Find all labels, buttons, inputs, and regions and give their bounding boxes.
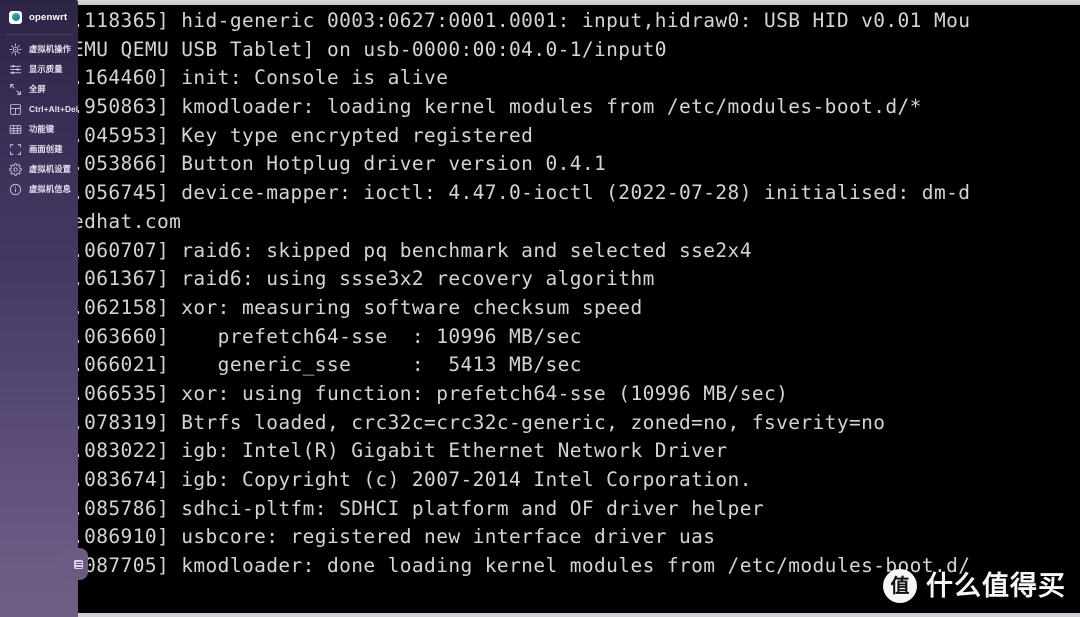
console-line: .056745] device-mapper: ioctl: 4.47.0-io… (78, 181, 971, 205)
sidebar-item-display-quality[interactable]: 显示质量 (0, 59, 78, 79)
screenshot-icon (9, 143, 22, 156)
console-line: .950863] kmodloader: loading kernel modu… (78, 95, 922, 119)
sliders-icon (9, 63, 22, 76)
sidebar-item-ctrl-alt-del[interactable]: Ctrl+Alt+Del (0, 99, 78, 119)
openwrt-logo-icon (9, 10, 22, 24)
sidebar-divider (5, 34, 73, 35)
sidebar-item-label: 虚拟机设置 (29, 164, 71, 174)
watermark-badge: 值 (883, 569, 917, 603)
console-line: .066535] xor: using function: prefetch64… (78, 381, 789, 405)
sidebar-item-label: 虚拟机信息 (29, 184, 71, 194)
gear-icon (9, 162, 22, 176)
window-chrome-bottom (0, 613, 1080, 617)
watermark: 值 什么值得买 (883, 569, 1066, 603)
console-line: .078319] Btrfs loaded, crc32c=crc32c-gen… (78, 410, 886, 434)
function-keys-icon (9, 123, 22, 136)
sidebar-item-label: 功能键 (29, 124, 55, 134)
sidebar-item-fullscreen[interactable]: 全屏 (0, 79, 78, 99)
sidebar-item-label: 显示质量 (29, 64, 63, 74)
collapse-handle-icon[interactable] (74, 560, 83, 569)
sidebar-item-label: 画面创建 (29, 144, 63, 154)
sidebar-item-function-keys[interactable]: 功能键 (0, 119, 78, 139)
sidebar-item-screen-capture[interactable]: 画面创建 (0, 139, 78, 159)
console-output: .118365] hid-generic 0003:0627:0001.0001… (78, 7, 1080, 613)
sidebar-item-label: 全屏 (29, 84, 46, 94)
info-circle-icon (9, 183, 22, 196)
console-line: .118365] hid-generic 0003:0627:0001.0001… (78, 9, 971, 32)
console-line: .164460] init: Console is alive (78, 66, 449, 90)
console-line: .086910] usbcore: registered new interfa… (78, 525, 716, 549)
console-line: .083022] igb: Intel(R) Gigabit Ethernet … (78, 439, 728, 463)
keyboard-icon (9, 103, 22, 116)
console-line: .063660] prefetch64-sse : 10996 MB/sec (78, 324, 582, 348)
watermark-text: 什么值得买 (926, 570, 1066, 602)
console-line: .061367] raid6: using ssse3x2 recovery a… (78, 267, 655, 291)
window-title: openwrt (29, 11, 68, 23)
vm-toolbar-sidebar: openwrt 虚拟机操作 显示质量 全屏 Ctrl+Alt+Del 功能键 画… (0, 0, 78, 617)
console-line: .083674] igb: Copyright (c) 2007-2014 In… (78, 468, 752, 491)
console-line: edhat.com (78, 209, 182, 233)
console-line: .060707] raid6: skipped pq benchmark and… (78, 238, 752, 262)
vm-console-screen[interactable]: .118365] hid-generic 0003:0627:0001.0001… (78, 5, 1080, 613)
sidebar-item-vm-operations[interactable]: 虚拟机操作 (0, 39, 78, 59)
console-line: .053866] Button Hotplug driver version 0… (78, 152, 607, 176)
vm-console-window: .118365] hid-generic 0003:0627:0001.0001… (0, 0, 1080, 617)
console-line: .085786] sdhci-pltfm: SDHCI platform and… (78, 496, 764, 520)
console-line: EMU QEMU USB Tablet] on usb-0000:00:04.0… (78, 37, 667, 61)
crosshair-icon (9, 43, 22, 56)
sidebar-header: openwrt (0, 6, 78, 28)
sidebar-item-vm-settings[interactable]: 虚拟机设置 (0, 159, 78, 179)
sidebar-item-label: Ctrl+Alt+Del (29, 104, 79, 114)
console-line: .062158] xor: measuring software checksu… (78, 295, 643, 319)
fullscreen-icon (9, 83, 22, 96)
console-line: .045953] Key type encrypted registered (78, 123, 534, 147)
sidebar-item-label: 虚拟机操作 (29, 44, 71, 54)
sidebar-item-vm-info[interactable]: 虚拟机信息 (0, 179, 78, 199)
console-line: .066021] generic_sse : 5413 MB/sec (78, 353, 582, 377)
